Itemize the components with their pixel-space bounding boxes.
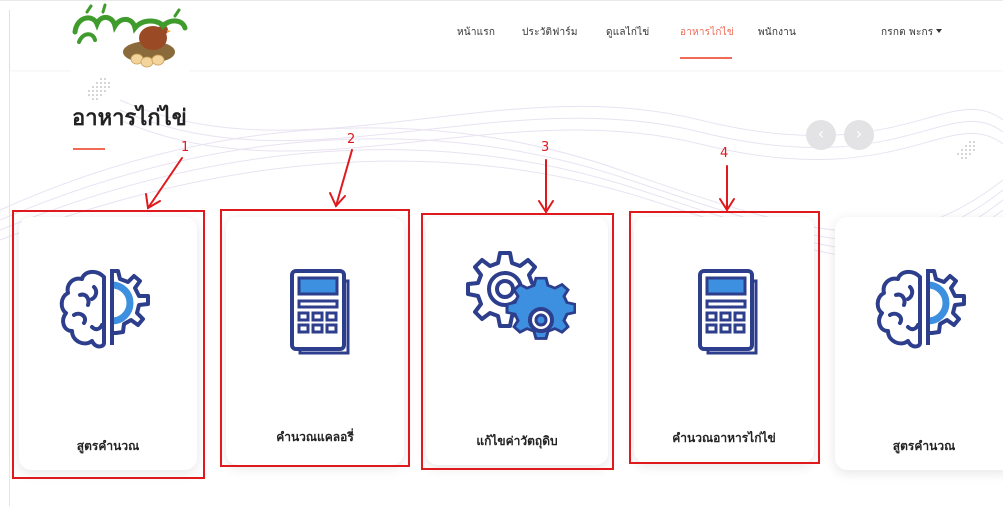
brain-gear-icon bbox=[875, 269, 966, 349]
caret-down-icon bbox=[936, 29, 943, 33]
annotation-number-1: 1 bbox=[181, 140, 190, 155]
nav-chicken-feed[interactable]: อาหารไก่ไข่ bbox=[680, 25, 734, 40]
annotation-box-4 bbox=[629, 211, 820, 464]
nav-home[interactable]: หน้าแรก bbox=[457, 25, 495, 40]
user-menu[interactable]: กรกต พะกร bbox=[881, 25, 943, 40]
carousel-next-button[interactable]: › bbox=[844, 120, 874, 150]
annotation-arrowhead-4 bbox=[719, 198, 735, 212]
dot-pattern-decoration-right bbox=[957, 141, 975, 159]
annotation-number-3: 3 bbox=[541, 140, 550, 155]
annotation-arrow-2 bbox=[335, 149, 353, 207]
carousel-prev-button[interactable]: ‹ bbox=[806, 120, 836, 150]
annotation-box-2 bbox=[220, 209, 410, 467]
farm-logo[interactable] bbox=[63, 2, 189, 72]
active-nav-underline bbox=[680, 57, 732, 59]
annotation-arrow-1 bbox=[147, 157, 183, 209]
annotation-box-3 bbox=[421, 213, 614, 470]
annotation-arrowhead-3 bbox=[538, 200, 554, 214]
nav-staff[interactable]: พนักงาน bbox=[758, 25, 796, 40]
nav-farm-history[interactable]: ประวัติฟาร์ม bbox=[522, 25, 578, 40]
page-title: อาหารไก่ไข่ bbox=[72, 106, 187, 131]
annotation-arrowhead-1 bbox=[145, 193, 161, 210]
annotation-arrowhead-2 bbox=[329, 192, 346, 208]
user-name: กรกต พะกร bbox=[881, 27, 934, 38]
annotation-number-4: 4 bbox=[720, 146, 729, 161]
title-underline bbox=[73, 148, 105, 150]
nav-chicken-care[interactable]: ดูแลไก่ไข่ bbox=[606, 25, 649, 40]
annotation-box-1 bbox=[12, 210, 205, 479]
card-label: สูตรคำนวณ bbox=[892, 439, 956, 453]
window-left-border bbox=[9, 10, 10, 506]
card-formula-next[interactable]: สูตรคำนวณ bbox=[835, 217, 1003, 470]
annotation-number-2: 2 bbox=[347, 132, 356, 147]
window-top-border bbox=[0, 0, 1003, 1]
